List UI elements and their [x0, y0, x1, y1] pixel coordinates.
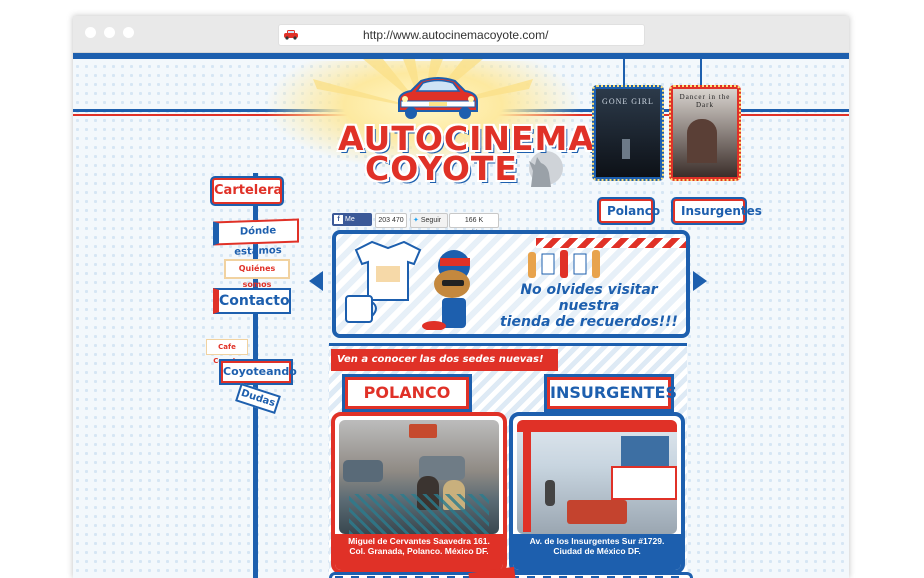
window-maximize-button[interactable] [123, 27, 134, 38]
card-polanco[interactable]: Miguel de Cervantes Saavedra 161. Col. G… [331, 412, 507, 574]
coyote-silhouette-icon [529, 157, 551, 187]
address-insurgentes: Av. de los Insurgentes Sur #1729. Ciudad… [529, 536, 665, 556]
poster-figure [622, 139, 630, 159]
logo-coyote[interactable]: COYOTE [365, 149, 518, 188]
car-favicon-icon [284, 30, 298, 40]
window-close-button[interactable] [85, 27, 96, 38]
nav-item-cartelera[interactable]: Cartelera [212, 178, 282, 204]
address-bar[interactable]: http://www.autocinemacoyote.com/ [278, 24, 645, 46]
nav-item-cafe-coyote[interactable]: Cafe Coyote [206, 339, 248, 365]
nav-item-contacto[interactable]: Contacto [213, 288, 291, 314]
vintage-car-logo-icon [398, 77, 478, 119]
merch-banner[interactable]: No olvides visitar nuestra tienda de rec… [332, 230, 690, 338]
photo-insurgentes [517, 420, 677, 534]
carousel-next-arrow[interactable] [693, 271, 707, 291]
browser-toolbar: http://www.autocinemacoyote.com/ [73, 16, 849, 53]
twitter-follow-button[interactable]: ✦ Seguir [410, 213, 448, 228]
souvenir-figures-icon [528, 250, 600, 278]
poster-polanco[interactable]: GONE GIRL [592, 85, 664, 181]
nav-item-quienes-somos[interactable]: Quiénes somos [224, 259, 290, 289]
facebook-like-button[interactable]: fMe gusta [332, 213, 372, 236]
window-minimize-button[interactable] [104, 27, 115, 38]
banner-stripes [536, 238, 686, 248]
poster-label-insurgentes[interactable]: Insurgentes [673, 199, 762, 223]
poster-title: GONE GIRL [602, 97, 654, 106]
card-insurgentes[interactable]: Av. de los Insurgentes Sur #1729. Ciudad… [509, 412, 685, 574]
sedes-ribbon: Ven a conocer las dos sedes nuevas! [331, 349, 558, 371]
nav-item-donde-estamos[interactable]: Dónde estamos [213, 218, 299, 258]
poster-title: Dancer in the Dark [679, 93, 731, 109]
like-count: 203 470 [375, 213, 407, 228]
browser-window: http://www.autocinemacoyote.com/ AUTOCIN… [73, 16, 849, 578]
followers-count: 166 K seguidores [449, 213, 499, 237]
nav-item-coyoteando[interactable]: Coyoteando [221, 361, 297, 383]
poster-label-polanco[interactable]: Polanco [599, 199, 660, 223]
carousel-prev-arrow[interactable] [309, 271, 323, 291]
poster-insurgentes[interactable]: Dancer in the Dark [669, 85, 741, 181]
banner-message: No olvides visitar nuestra tienda de rec… [500, 282, 678, 330]
poster-hanger [700, 59, 702, 85]
sign-insurgentes[interactable]: INSURGENTES [547, 377, 677, 409]
twitter-bird-icon: ✦ [413, 217, 419, 224]
address-polanco: Miguel de Cervantes Saavedra 161. Col. G… [348, 536, 490, 556]
facebook-icon: f [334, 215, 343, 224]
photo-polanco [339, 420, 499, 534]
sign-polanco[interactable]: POLANCO [345, 377, 469, 409]
web-page: AUTOCINEMA COYOTE GONE GIRL Dancer in th… [73, 53, 849, 578]
poster-hanger [623, 59, 625, 85]
poster-figure [687, 119, 717, 163]
nav-item-dudas[interactable]: Dudas [235, 382, 281, 415]
url-text: http://www.autocinemacoyote.com/ [363, 28, 549, 42]
merch-illustration-icon [345, 240, 470, 330]
